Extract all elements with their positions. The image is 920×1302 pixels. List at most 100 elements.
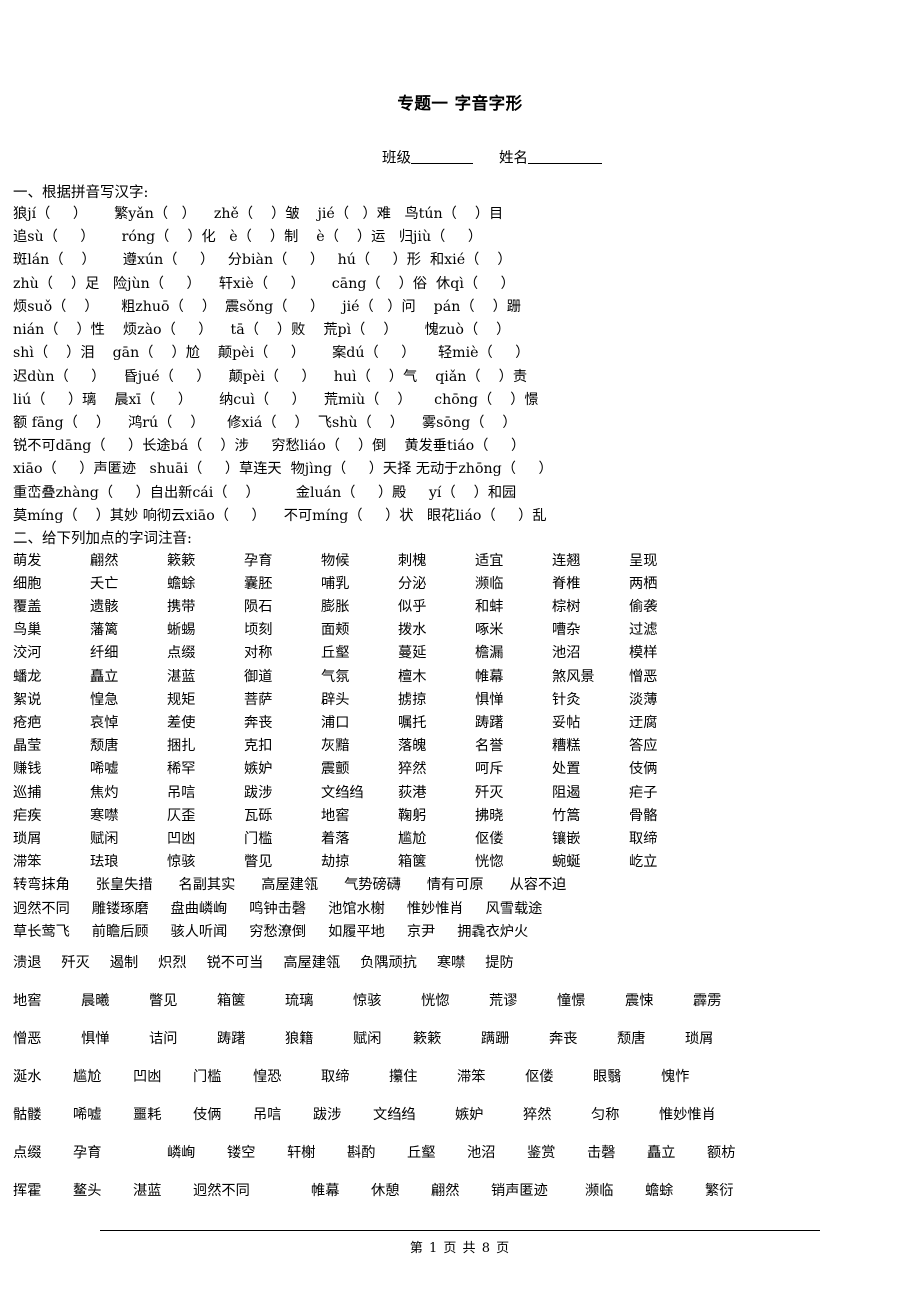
loose-word-cell: 噩耗: [133, 1106, 162, 1123]
loose-word-cell: 琉璃: [285, 992, 314, 1009]
pinyin-fill-line: 狼jí（ ） 繁yǎn（ ） zhě（ ）皱 jié（ ）难 鸟tún（ ）目: [13, 206, 504, 223]
loose-word-cell: 凹凼: [133, 1068, 162, 1085]
section-one-heading: 一、根据拼音写汉字:: [13, 184, 149, 201]
word-cell: 连翘: [552, 552, 581, 569]
word-cell: 夭亡: [90, 575, 119, 592]
idiom-cell: 盘曲嶙峋: [170, 900, 228, 917]
word-cell: 顷刻: [244, 622, 273, 639]
name-label: 姓名: [499, 150, 528, 166]
word-cell: 丘壑: [321, 645, 350, 662]
idiom-cell: 名副其实: [178, 877, 236, 894]
word-cell: 灰黯: [321, 738, 350, 755]
word-cell: 哀悼: [90, 714, 119, 731]
loose-word-cell: 尴尬: [73, 1068, 102, 1085]
word-grid-row: 洨河 纤细 点缀 对称 丘壑 蔓延 檐漏 池沼 模样: [13, 642, 920, 665]
word-cell: 焦灼: [90, 784, 119, 801]
loose-word-cell: 翩然: [431, 1182, 460, 1199]
loose-word-cell: 箱箧: [217, 992, 246, 1009]
class-blank[interactable]: [411, 149, 473, 164]
word-cell: 面颊: [321, 622, 350, 639]
word-cell: 唏嘘: [90, 761, 119, 778]
pinyin-fill-line: 追sù（ ） róng（ ）化 è（ ）制 è（ ）运 归jiù（ ）: [13, 229, 483, 246]
word-grid-row: 疮疤 哀悼 差使 奔丧 浦口 嘱托 踌躇 妥帖 迂腐: [13, 712, 920, 735]
word-cell: 模样: [629, 645, 658, 662]
loose-word-cell: 惊骇: [353, 992, 382, 1009]
word-cell: 奔丧: [244, 714, 273, 731]
loose-word-cell: 蟾蜍: [645, 1182, 674, 1199]
loose-word-cell: 颓唐: [617, 1030, 646, 1047]
word-cell: 恍惚: [475, 854, 504, 871]
word-cell: 湛蓝: [167, 668, 196, 685]
loose-word-cell: 骷髅: [13, 1106, 42, 1123]
word-cell: 仄歪: [167, 807, 196, 824]
word-cell: 辟头: [321, 691, 350, 708]
word-cell: 膨胀: [321, 598, 350, 615]
name-blank[interactable]: [528, 149, 602, 164]
loose-word-cell: 额枋: [707, 1144, 736, 1161]
mixed-word-cell: 锐不可当: [206, 954, 264, 971]
word-cell: 伛偻: [475, 830, 504, 847]
loose-word-cell: 击磬: [587, 1144, 616, 1161]
loose-word-cell: 猝然: [523, 1106, 552, 1123]
word-cell: 脊椎: [552, 575, 581, 592]
word-grid-row: 疟疾 寒噤 仄歪 瓦砾 地窖 鞠躬 拂晓 竹篙 骨骼: [13, 805, 920, 828]
loose-word-cell: 奔丧: [549, 1030, 578, 1047]
loose-word-block: 地窖 晨曦 瞥见 箱箧 琉璃 惊骇 恍惚 荒谬 憧憬 震悚 霹雳 憎恶 惧惮 诘问 踌躇 狼籍 赋闲 簌簌 蹒跚 奔丧…: [0, 982, 920, 1210]
loose-word-row: 点缀 孕育 嶙峋 镂空 轩榭 斟酌 丘壑 池沼 鉴赏 击磬 矗立 额枋: [13, 1134, 920, 1172]
idiom-cell: 张皇失措: [95, 877, 153, 894]
idiom-cell: 骇人听闻: [170, 923, 228, 940]
word-cell: 刺槐: [398, 552, 427, 569]
word-cell: 陨石: [244, 598, 273, 615]
word-cell: 物候: [321, 552, 350, 569]
loose-word-row: 涎水 尴尬 凹凼 门槛 惶恐 取缔 攥住 滞笨 伛偻 眼翳 愧怍: [13, 1058, 920, 1096]
word-cell: 针灸: [552, 691, 581, 708]
loose-word-cell: 眼翳: [593, 1068, 622, 1085]
loose-word-cell: 瞥见: [149, 992, 178, 1009]
loose-word-cell: 踌躇: [217, 1030, 246, 1047]
loose-word-cell: 帷幕: [311, 1182, 340, 1199]
mixed-word-row: 溃退 歼灭 遏制 炽烈 锐不可当 高屋建瓴 负隅顽抗 寒噤 提防: [13, 944, 920, 982]
word-cell: 洨河: [13, 645, 42, 662]
word-cell: 适宜: [475, 552, 504, 569]
word-cell: 呈现: [629, 552, 658, 569]
loose-word-cell: 休憩: [371, 1182, 400, 1199]
word-cell: 疟子: [629, 784, 658, 801]
loose-word-cell: 匀称: [591, 1106, 620, 1123]
section-two-heading: 二、给下列加点的字词注音:: [13, 530, 192, 547]
word-cell: 濒临: [475, 575, 504, 592]
word-cell: 跋涉: [244, 784, 273, 801]
loose-word-cell: 唏嘘: [73, 1106, 102, 1123]
word-cell: 迂腐: [629, 714, 658, 731]
word-cell: 拂晓: [475, 807, 504, 824]
pinyin-fill-line: 斑lán（ ） 遵xún（ ） 分biàn（ ） hú（ ）形 和xié（ ）: [13, 252, 512, 269]
word-cell: 惧惮: [475, 691, 504, 708]
word-cell: 差使: [167, 714, 196, 731]
loose-word-cell: 恍惚: [421, 992, 450, 1009]
word-cell: 赚钱: [13, 761, 42, 778]
word-cell: 檀木: [398, 668, 427, 685]
word-cell: 处置: [552, 761, 581, 778]
mixed-word-cell: 寒噤: [436, 954, 466, 971]
word-cell: 踌躇: [475, 714, 504, 731]
idiom-cell: 前瞻后顾: [91, 923, 149, 940]
idiom-cell: 草长莺飞: [13, 923, 70, 940]
word-cell: 藩篱: [90, 622, 119, 639]
word-cell: 伎俩: [629, 761, 658, 778]
loose-word-row: 憎恶 惧惮 诘问 踌躇 狼籍 赋闲 簌簌 蹒跚 奔丧 颓唐 琐屑: [13, 1020, 920, 1058]
loose-word-cell: 轩榭: [287, 1144, 316, 1161]
word-grid-row: 细胞 夭亡 蟾蜍 囊胚 哺乳 分泌 濒临 脊椎 两栖: [13, 573, 920, 596]
word-cell: 池沼: [552, 645, 581, 662]
loose-word-cell: 跋涉: [313, 1106, 342, 1123]
word-cell: 檐漏: [475, 645, 504, 662]
pinyin-fill-line: 烦suǒ（ ） 粗zhuō（ ） 震sǒng（ ） jié（ ）问 pán（ ）…: [13, 298, 521, 315]
page-title: 专题一 字音字形: [397, 94, 523, 113]
word-cell: 猝然: [398, 761, 427, 778]
word-cell: 嘱托: [398, 714, 427, 731]
word-cell: 地窖: [321, 807, 350, 824]
loose-word-cell: 挥霍: [13, 1182, 42, 1199]
pinyin-fill-line: liú（ ）璃 晨xī（ ） 纳cuì（ ） 荒miù（ ） chōng（ ）憬: [13, 391, 539, 408]
word-cell: 劫掠: [321, 854, 350, 871]
word-cell: 覆盖: [13, 598, 42, 615]
idiom-row: 转弯抹角 张皇失措 名副其实 高屋建瓴 气势磅礴 情有可原 从容不迫: [13, 874, 920, 897]
word-cell: 吊唁: [167, 784, 196, 801]
